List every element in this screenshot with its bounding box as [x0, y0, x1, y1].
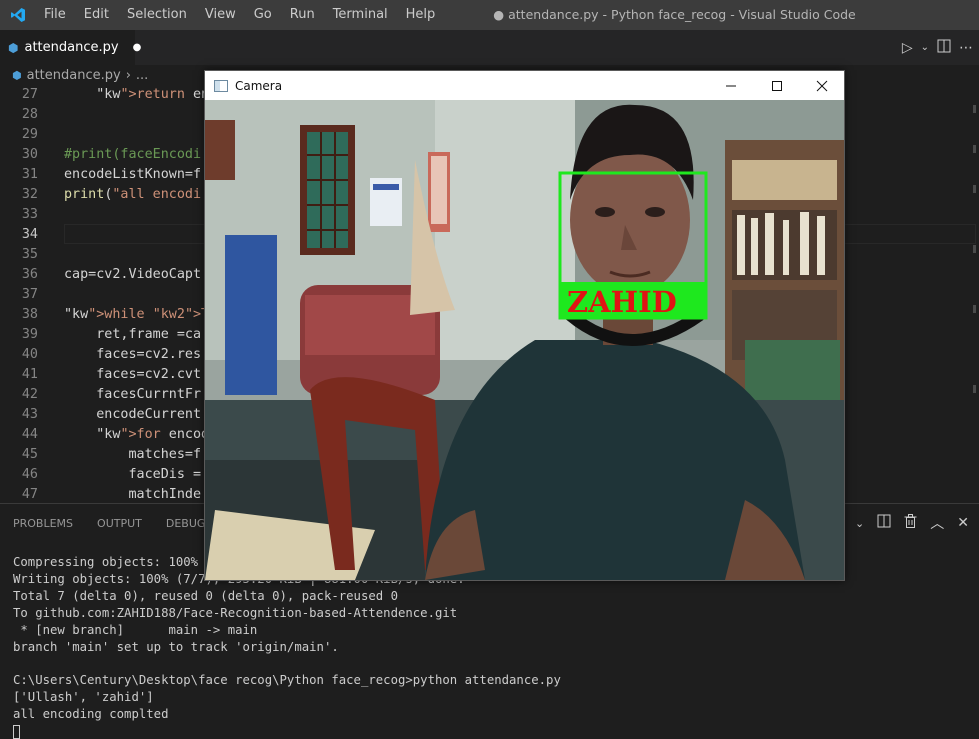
split-editor-icon[interactable] [937, 39, 951, 57]
menu-item-go[interactable]: Go [245, 0, 281, 30]
terminal-line: To github.com:ZAHID188/Face-Recognition-… [13, 605, 458, 620]
tab-attendance-py[interactable]: ⬢ attendance.py ● [0, 30, 141, 65]
line-number: 46 [21, 467, 38, 482]
line-code: facesCurrntFr [64, 387, 202, 402]
line-number: 35 [21, 247, 38, 262]
breadcrumb-rest[interactable]: ... [136, 68, 148, 83]
line-number: 37 [21, 287, 38, 302]
terminal-line: * [new branch] main -> main [13, 622, 258, 637]
line-number: 33 [21, 207, 38, 222]
maximize-panel-icon[interactable]: ︿ [930, 513, 944, 533]
camera-frame-image: ZAHID [205, 100, 844, 580]
line-number: 31 [21, 167, 38, 182]
menu-item-terminal[interactable]: Terminal [324, 0, 397, 30]
terminal-line: branch 'main' set up to track 'origin/ma… [13, 639, 339, 654]
line-number: 36 [21, 267, 38, 282]
line-code: encodeListKnown=f [64, 167, 202, 182]
terminal-line: Total 7 (delta 0), reused 0 (delta 0), p… [13, 588, 398, 603]
terminal-line: all encoding complted [13, 707, 169, 722]
scrollbar-marker [973, 385, 976, 393]
trash-icon[interactable] [904, 514, 917, 532]
terminal-line: C:\Users\Century\Desktop\face recog\Pyth… [13, 673, 561, 688]
line-code: matchInde [64, 487, 202, 502]
menu-item-file[interactable]: File [35, 0, 75, 30]
python-file-icon: ⬢ [8, 40, 19, 55]
menu-item-selection[interactable]: Selection [118, 0, 196, 30]
tab-label: attendance.py [24, 40, 119, 55]
chevron-down-icon[interactable]: ⌄ [921, 42, 929, 53]
menu-item-edit[interactable]: Edit [75, 0, 118, 30]
maximize-button[interactable] [754, 71, 800, 100]
title-bar: File Edit Selection View Go Run Terminal Help ●… [0, 0, 979, 30]
line-number: 34 [21, 227, 38, 242]
scrollbar-marker [973, 105, 976, 113]
run-icon[interactable]: ▷ [902, 40, 913, 56]
terminal-output[interactable]: Compressing objects: 100% (Writing objec… [13, 554, 561, 739]
line-code: encodeCurrent [64, 407, 202, 422]
close-button[interactable] [799, 71, 845, 100]
menu-item-help[interactable]: Help [397, 0, 445, 30]
camera-window[interactable]: Camera ZAHID [204, 70, 845, 581]
unsaved-dot-icon[interactable]: ● [133, 42, 142, 53]
breadcrumb-file[interactable]: attendance.py [27, 68, 121, 83]
line-number: 29 [21, 127, 38, 142]
menu-item-view[interactable]: View [196, 0, 245, 30]
menu-bar: File Edit Selection View Go Run Terminal Help [35, 0, 444, 30]
panel-tab-problems[interactable]: PROBLEMS [0, 517, 85, 530]
scrollbar-marker [973, 185, 976, 193]
line-code: cap=cv2.VideoCapt [64, 267, 202, 282]
line-number: 41 [21, 367, 38, 382]
more-actions-icon[interactable]: ⋯ [959, 40, 973, 56]
panel-tabs: PROBLEMS OUTPUT DEBUG CO [0, 504, 237, 542]
line-number: 44 [21, 427, 38, 442]
face-name-label: ZAHID [567, 285, 677, 319]
line-code: faces=cv2.cvt [64, 367, 202, 382]
scrollbar-marker [973, 245, 976, 253]
camera-feed: ZAHID [205, 100, 844, 580]
line-code: faceDis = [64, 467, 202, 482]
line-number: 39 [21, 327, 38, 342]
breadcrumb-separator: › [125, 67, 131, 83]
menu-item-run[interactable]: Run [281, 0, 324, 30]
line-number: 43 [21, 407, 38, 422]
line-number: 40 [21, 347, 38, 362]
terminal-cursor [13, 724, 20, 739]
scrollbar-marker [973, 145, 976, 153]
line-number: 30 [21, 147, 38, 162]
terminal-line: ['Ullash', 'zahid'] [13, 690, 154, 705]
editor-actions: ▷ ⌄ ⋯ [902, 30, 973, 65]
camera-window-title: Camera [235, 78, 283, 93]
vscode-logo-icon [0, 0, 35, 30]
panel-tab-output[interactable]: OUTPUT [85, 517, 154, 530]
line-code: matches=f [64, 447, 202, 462]
minimize-button[interactable] [708, 71, 754, 100]
line-number: 38 [21, 307, 38, 322]
line-code: ret,frame =ca [64, 327, 202, 342]
chevron-down-icon[interactable]: ⌄ [855, 517, 864, 530]
line-number: 42 [21, 387, 38, 402]
line-number: 28 [21, 107, 38, 122]
python-file-icon: ⬢ [12, 68, 22, 82]
panel-actions: ⌄ ︿ ✕ [855, 504, 969, 542]
close-panel-icon[interactable]: ✕ [957, 515, 969, 531]
split-terminal-icon[interactable] [877, 514, 891, 532]
line-number: 32 [21, 187, 38, 202]
line-number: 27 [21, 87, 38, 102]
line-code: faces=cv2.res [64, 347, 202, 362]
line-code: print("all encodi [64, 187, 202, 202]
window-app-icon [214, 79, 228, 92]
line-code: #print(faceEncodi [64, 147, 202, 162]
scrollbar-marker [973, 305, 976, 313]
line-number: 45 [21, 447, 38, 462]
line-number: 47 [21, 487, 38, 502]
editor-tab-bar: ⬢ attendance.py ● ▷ ⌄ ⋯ [0, 30, 979, 65]
